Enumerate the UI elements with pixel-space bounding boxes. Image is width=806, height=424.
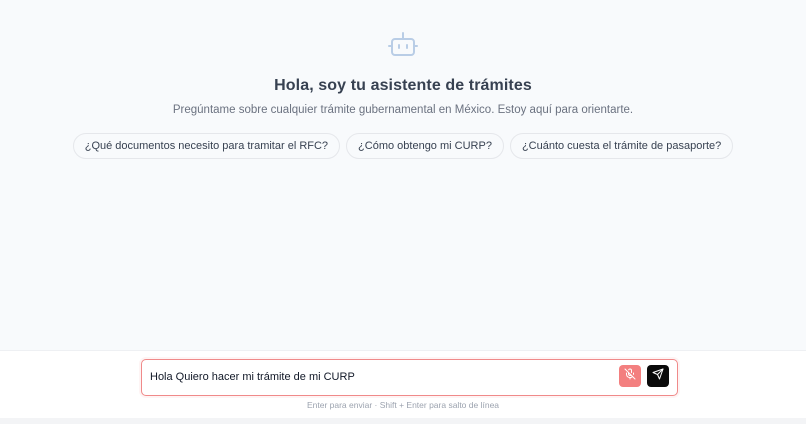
page-title: Hola, soy tu asistente de trámites [274, 77, 532, 94]
chat-app: Hola, soy tu asistente de trámites Pregú… [0, 0, 806, 424]
send-icon [652, 367, 664, 385]
mic-button[interactable] [619, 365, 641, 387]
bottom-strip [0, 418, 806, 424]
suggestion-curp[interactable]: ¿Cómo obtengo mi CURP? [346, 133, 504, 159]
message-input-box [141, 359, 678, 396]
message-input[interactable] [150, 360, 610, 394]
page-subtitle: Pregúntame sobre cualquier trámite guber… [172, 104, 634, 116]
mic-off-icon [624, 367, 636, 385]
suggestion-pasaporte[interactable]: ¿Cuánto cuesta el trámite de pasaporte? [509, 133, 734, 159]
send-button[interactable] [647, 365, 669, 387]
composer-area: Enter para enviar · Shift + Enter para s… [0, 350, 806, 424]
suggestion-rfc[interactable]: ¿Qué documentos necesito para tramitar e… [72, 133, 341, 159]
welcome-panel: Hola, soy tu asistente de trámites Pregú… [0, 0, 806, 350]
keyboard-hint: Enter para enviar · Shift + Enter para s… [306, 400, 500, 410]
suggestion-list: ¿Qué documentos necesito para tramitar e… [72, 133, 734, 159]
bot-icon [386, 28, 420, 62]
